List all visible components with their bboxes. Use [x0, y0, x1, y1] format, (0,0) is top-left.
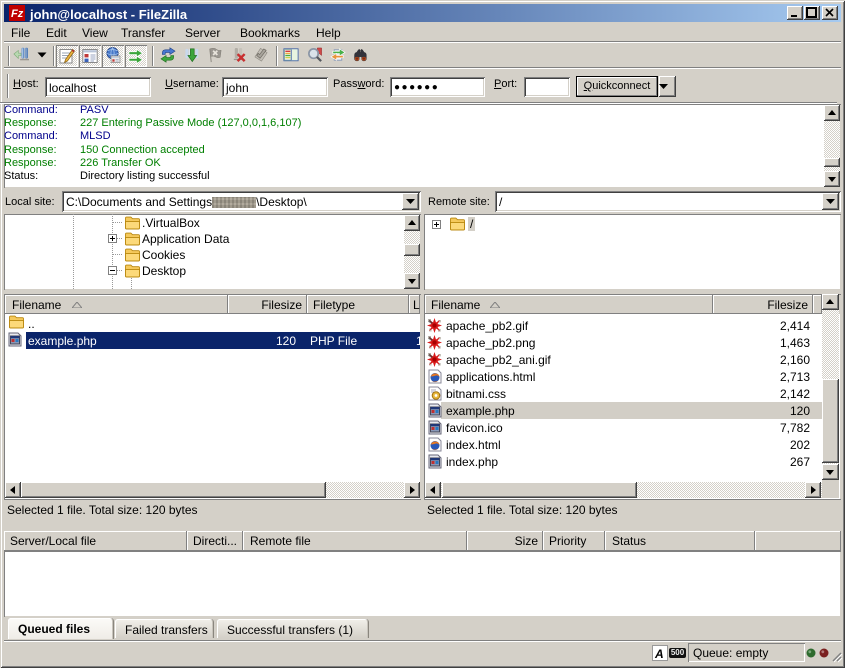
- svg-text:Fz: Fz: [11, 8, 24, 20]
